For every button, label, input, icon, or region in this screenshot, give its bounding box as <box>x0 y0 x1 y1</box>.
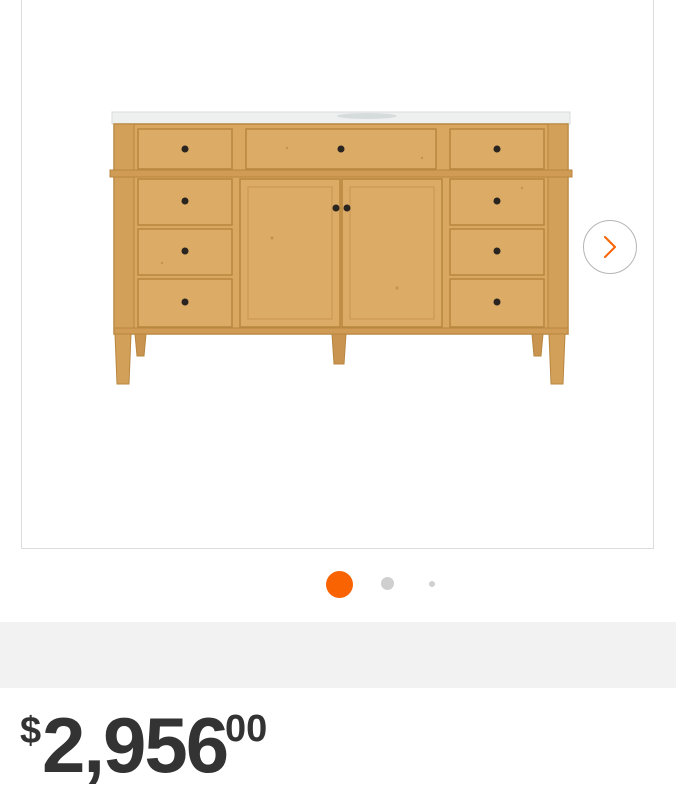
pagination-dot[interactable] <box>381 577 394 590</box>
product-image <box>109 111 573 385</box>
pagination-dot[interactable] <box>429 581 435 587</box>
image-pagination <box>0 570 676 598</box>
price-whole: 2,956 <box>42 701 229 789</box>
product-gallery <box>0 0 676 622</box>
pagination-dot-active[interactable] <box>326 571 353 598</box>
product-image-frame[interactable] <box>21 0 654 549</box>
price-currency-symbol: $ <box>20 710 42 752</box>
price-cents: 00 <box>225 708 268 750</box>
next-image-button[interactable] <box>583 220 637 274</box>
section-divider <box>0 622 676 688</box>
chevron-right-icon <box>604 236 616 258</box>
